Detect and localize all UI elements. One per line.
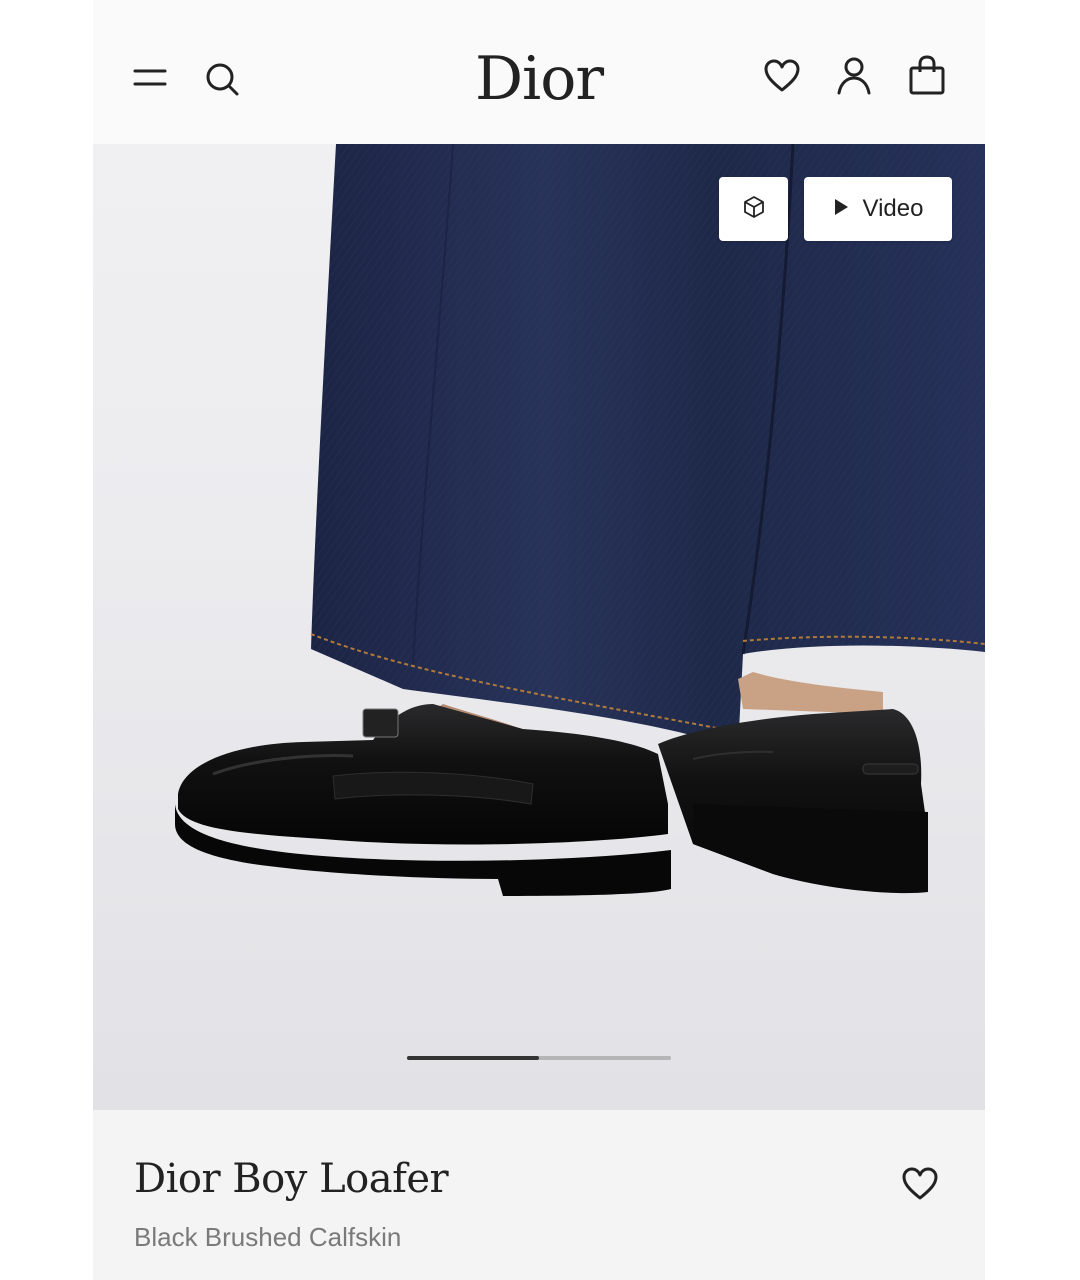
product-photo bbox=[93, 144, 985, 1110]
product-image-carousel[interactable]: Video bbox=[93, 144, 985, 1110]
video-label: Video bbox=[862, 195, 924, 222]
product-title: Dior Boy Loafer bbox=[134, 1156, 449, 1202]
product-page: Dior Video Dior Boy Loafer Black Brushed… bbox=[93, 0, 985, 1280]
account-icon[interactable] bbox=[836, 56, 872, 101]
carousel-progress-fill bbox=[407, 1056, 539, 1060]
add-to-wishlist-heart-icon[interactable] bbox=[901, 1166, 939, 1207]
product-material: Black Brushed Calfskin bbox=[134, 1222, 402, 1252]
heart-icon[interactable] bbox=[763, 58, 801, 99]
shopping-bag-icon[interactable] bbox=[908, 54, 946, 101]
cube-icon bbox=[742, 195, 766, 224]
carousel-progress-track bbox=[407, 1056, 671, 1060]
top-navigation-bar: Dior bbox=[93, 0, 985, 144]
play-icon bbox=[833, 198, 849, 221]
view-3d-button[interactable] bbox=[719, 177, 788, 241]
product-info: Dior Boy Loafer Black Brushed Calfskin bbox=[93, 1110, 985, 1280]
play-video-button[interactable]: Video bbox=[804, 177, 952, 241]
